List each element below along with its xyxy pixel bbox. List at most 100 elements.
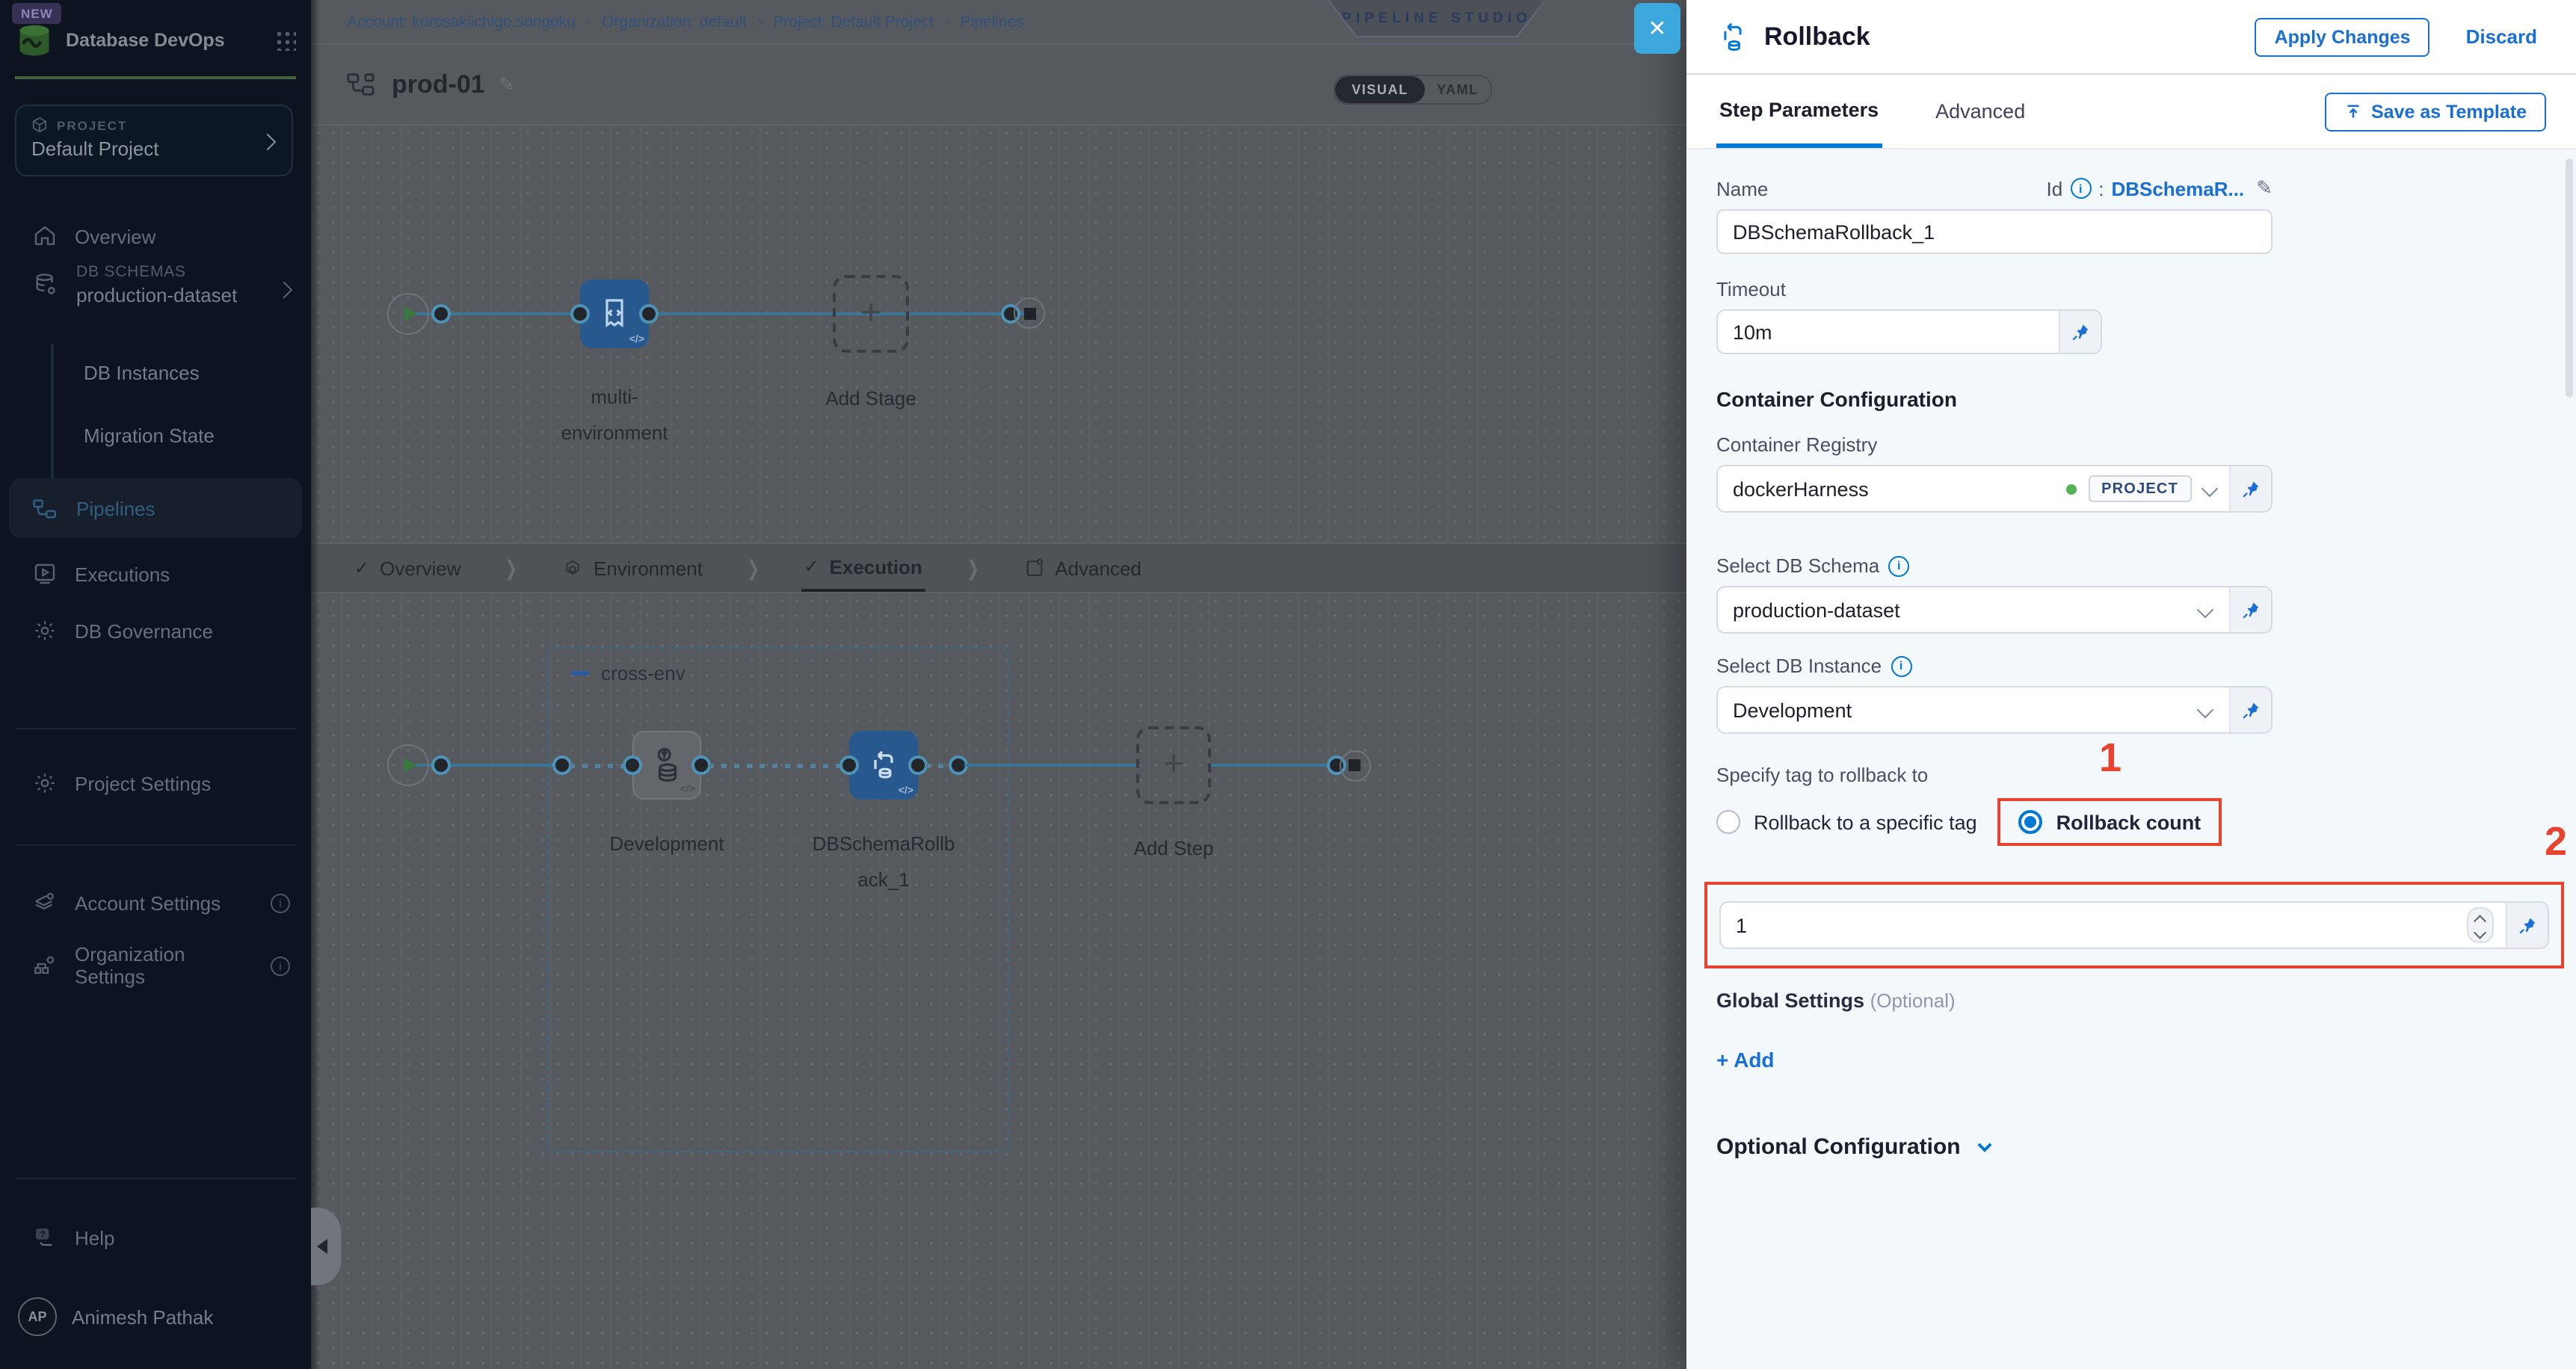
drawer-scrollbar[interactable] <box>2566 158 2573 398</box>
tab-advanced[interactable]: Advanced <box>1020 544 1144 592</box>
stage-end-node <box>1339 750 1370 781</box>
info-icon: i <box>1891 655 1911 676</box>
radio-off-icon[interactable] <box>1716 810 1740 834</box>
tab-overview[interactable]: ✓ Overview <box>351 544 464 592</box>
db-schema-select[interactable]: production-dataset <box>1716 586 2273 634</box>
sidebar-divider <box>15 76 296 79</box>
save-as-template-button[interactable]: Save as Template <box>2325 92 2546 131</box>
run-stage-node[interactable] <box>387 744 429 786</box>
chevron-separator-icon: ❯ <box>505 555 517 581</box>
tab-advanced[interactable]: Advanced <box>1932 75 2028 148</box>
pin-input-type-button[interactable] <box>2229 466 2271 511</box>
node-port <box>570 304 590 324</box>
gear-icon <box>33 771 57 795</box>
breadcrumb-org[interactable]: Organization: default <box>602 13 747 31</box>
tab-step-parameters[interactable]: Step Parameters <box>1716 75 1882 148</box>
tab-execution[interactable]: ✓ Execution <box>801 544 925 592</box>
sidebar-collapse-handle[interactable] <box>311 1208 341 1285</box>
step-group-header[interactable]: cross-env <box>571 662 685 684</box>
project-selector[interactable]: PROJECT Default Project <box>15 105 293 176</box>
node-port <box>639 304 659 324</box>
db-schema-icon <box>33 272 58 297</box>
optional-configuration-toggle[interactable]: Optional Configuration <box>1716 1134 2546 1160</box>
tab-environment[interactable]: Environment <box>559 544 706 592</box>
database-devops-logo-icon <box>15 21 54 60</box>
sidebar-item-pipelines[interactable]: Pipelines <box>9 478 302 538</box>
add-step-label[interactable]: Add Step <box>1114 831 1233 867</box>
add-global-setting-link[interactable]: + Add <box>1716 1048 2546 1072</box>
name-input[interactable]: DBSchemaRollback_1 <box>1716 209 2273 254</box>
node-port <box>623 755 642 775</box>
app-title: Database DevOps <box>66 30 225 51</box>
chevron-down-icon <box>2201 480 2219 498</box>
pipeline-end-node <box>1014 297 1045 329</box>
step-label[interactable]: DBSchemaRollback_1 <box>809 826 958 898</box>
breadcrumb-project[interactable]: Project: Default Project <box>773 13 934 31</box>
sidebar-item-project-settings[interactable]: Project Settings <box>0 756 311 810</box>
pipelines-icon <box>33 497 58 519</box>
apply-changes-button[interactable]: Apply Changes <box>2255 17 2430 56</box>
sidebar-divider <box>15 844 296 846</box>
rollback-count-input[interactable]: 1 <box>1721 903 2467 948</box>
pin-input-type-button[interactable] <box>2229 687 2271 732</box>
timeout-input[interactable]: 10m <box>1718 311 2059 353</box>
radio-specific-tag[interactable]: Rollback to a specific tag <box>1716 810 1977 834</box>
governance-gear-icon <box>33 619 57 643</box>
sidebar-item-overview[interactable]: Overview <box>0 209 311 263</box>
container-registry-field[interactable]: dockerHarness PROJECT <box>1716 465 2273 513</box>
node-port <box>431 304 451 324</box>
chevron-down-icon <box>2197 602 2214 619</box>
stepper-down-icon[interactable] <box>2474 926 2486 938</box>
radio-rollback-count-highlighted[interactable]: Rollback count <box>1998 798 2222 846</box>
code-badge-icon: </> <box>899 786 913 797</box>
pin-icon <box>2241 700 2261 720</box>
sidebar-item-migration-state[interactable]: Migration State <box>84 424 215 447</box>
pin-input-type-button[interactable] <box>2229 587 2271 632</box>
db-instance-select[interactable]: Development <box>1716 686 2273 734</box>
pin-input-type-button[interactable] <box>2506 903 2548 948</box>
user-menu[interactable]: AP Animesh Pathak <box>0 1297 311 1336</box>
execution-canvas[interactable]: cross-env </> </> <box>311 593 1686 1369</box>
breadcrumb-account[interactable]: Account: kurosakiichigo.songoku <box>347 13 576 31</box>
name-label: Name <box>1716 177 1768 200</box>
add-stage-button[interactable]: + <box>833 275 909 353</box>
run-pipeline-node[interactable] <box>387 293 429 335</box>
pin-input-type-button[interactable] <box>2059 311 2101 353</box>
discard-button[interactable]: Discard <box>2457 24 2546 49</box>
step-group-cross-env[interactable] <box>547 647 1009 1152</box>
breadcrumb-pipelines[interactable]: Pipelines <box>960 13 1023 31</box>
org-chart-gear-icon <box>33 954 57 977</box>
add-stage-label[interactable]: Add Stage <box>807 381 934 417</box>
container-registry-value[interactable]: dockerHarness <box>1718 466 2065 511</box>
stage-label[interactable]: multi-environment <box>547 380 682 451</box>
sidebar-item-db-governance[interactable]: DB Governance <box>0 604 311 658</box>
sidebar-item-account-settings[interactable]: Account Settings i <box>0 876 311 930</box>
radio-on-icon[interactable] <box>2019 810 2043 834</box>
stage-canvas[interactable]: </> + multi-environment Add Stage <box>311 126 1686 543</box>
visual-yaml-toggle[interactable]: VISUAL YAML <box>1334 75 1492 105</box>
edit-id-pencil-icon[interactable]: ✎ <box>2256 176 2273 200</box>
help-button[interactable]: ? Help <box>0 1211 311 1264</box>
timeout-label: Timeout <box>1716 278 2546 300</box>
pipeline-toolbar: prod-01 ✎ VISUAL YAML <box>311 45 1686 126</box>
sidebar-item-db-schemas[interactable]: DB SCHEMAS production-dataset <box>0 263 311 306</box>
sidebar-item-db-instances[interactable]: DB Instances <box>84 362 200 384</box>
number-stepper[interactable] <box>2467 907 2494 943</box>
add-step-button[interactable]: + <box>1136 726 1211 804</box>
stepper-up-icon[interactable] <box>2474 916 2486 928</box>
step-label[interactable]: Development <box>595 826 739 862</box>
sidebar-item-executions[interactable]: Executions <box>0 547 311 601</box>
user-name: Animesh Pathak <box>72 1305 213 1328</box>
sidebar-item-organization-settings[interactable]: Organization Settings i <box>0 939 311 992</box>
edit-pencil-icon[interactable]: ✎ <box>499 72 515 96</box>
yaml-toggle[interactable]: YAML <box>1425 76 1491 103</box>
close-drawer-button[interactable]: ✕ <box>1634 3 1680 54</box>
collapse-minus-icon[interactable] <box>571 671 589 676</box>
executions-icon <box>33 562 57 586</box>
visual-toggle[interactable]: VISUAL <box>1335 76 1425 103</box>
custom-stage-icon <box>597 296 632 332</box>
drawer-header: Rollback Apply Changes Discard <box>1686 0 2576 75</box>
module-grid-icon[interactable] <box>275 30 296 51</box>
db-instance-label: Select DB Instance <box>1716 655 1882 677</box>
pipeline-icon <box>347 72 377 97</box>
